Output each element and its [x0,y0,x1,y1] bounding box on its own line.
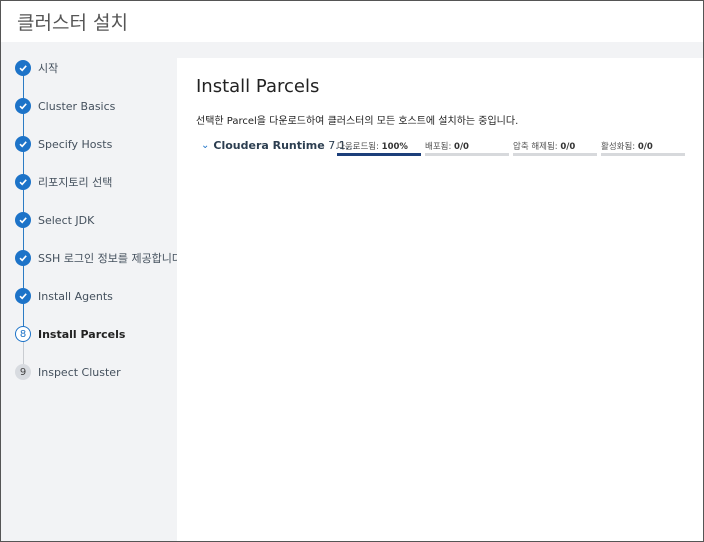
stat-label: 활성화됨: [601,142,636,152]
window-title: 클러스터 설치 [17,12,128,34]
checkmark-icon [15,250,31,266]
wizard-steps-sidebar: 시작 Cluster Basics Specify Hosts 리포지토리 선택… [1,58,186,541]
checkmark-icon [15,136,31,152]
step-cluster-basics[interactable]: Cluster Basics [15,96,115,116]
step-select-jdk[interactable]: Select JDK [15,210,94,230]
progress-bar [601,153,685,156]
stat-distributed: 배포됨: 0/0 [425,140,509,158]
parcel-toggle[interactable]: ⌄ Cloudera Runtime 7.1... [201,139,356,152]
checkmark-icon [15,60,31,76]
page-description: 선택한 Parcel을 다운로드하여 클러스터의 모든 호스트에 설치하는 중입… [196,116,519,127]
step-ssh-login[interactable]: SSH 로그인 정보를 제공합니다. [15,248,186,268]
stat-value: 100% [381,142,408,152]
stat-unpacked: 압축 해제됨: 0/0 [513,140,597,158]
step-start[interactable]: 시작 [15,58,58,78]
checkmark-icon [15,288,31,304]
installer-window: 클러스터 설치 시작 Cluster Basics Specify Hosts … [0,0,704,542]
step-label: SSH 로그인 정보를 제공합니다. [38,252,186,265]
step-label: Install Parcels [38,327,126,341]
step-label: Specify Hosts [38,137,113,151]
progress-bar [337,153,421,156]
step-label: Cluster Basics [38,99,116,113]
step-label: Inspect Cluster [38,365,121,379]
stat-label: 다운로드됨: [337,142,379,152]
stat-value: 0/0 [637,142,653,152]
stat-value: 0/0 [454,142,469,152]
step-inspect-cluster[interactable]: 9 Inspect Cluster [15,362,121,382]
stat-text: 배포됨: 0/0 [425,140,509,152]
step-install-agents[interactable]: Install Agents [15,286,113,306]
step-label: 시작 [38,62,59,75]
step-number-badge: 8 [15,326,31,342]
stat-text: 다운로드됨: 100% [337,140,421,152]
stat-label: 배포됨: [425,142,452,152]
chevron-down-icon: ⌄ [201,140,210,151]
stat-downloaded: 다운로드됨: 100% [337,140,421,158]
stat-value: 0/0 [560,142,576,152]
parcel-name: Cloudera Runtime [213,139,325,152]
checkmark-icon [15,212,31,228]
stat-activated: 활성화됨: 0/0 [601,140,685,158]
step-select-repository[interactable]: 리포지토리 선택 [15,172,112,192]
step-specify-hosts[interactable]: Specify Hosts [15,134,112,154]
main-content: Install Parcels 선택한 Parcel을 다운로드하여 클러스터의… [177,58,703,541]
step-label: Select JDK [38,213,95,227]
page-title: Install Parcels [196,76,320,97]
title-bar: 클러스터 설치 [1,1,703,42]
stat-label: 압축 해제됨: [513,142,558,152]
progress-bar [513,153,597,156]
checkmark-icon [15,98,31,114]
checkmark-icon [15,174,31,190]
stat-text: 압축 해제됨: 0/0 [513,140,597,152]
stat-text: 활성화됨: 0/0 [601,140,685,152]
progress-bar [425,153,509,156]
header-strip [1,42,703,58]
step-label: Install Agents [38,289,113,303]
step-number-badge: 9 [15,364,31,380]
progress-fill [337,153,421,156]
step-label: 리포지토리 선택 [38,176,113,189]
step-install-parcels[interactable]: 8 Install Parcels [15,324,125,344]
